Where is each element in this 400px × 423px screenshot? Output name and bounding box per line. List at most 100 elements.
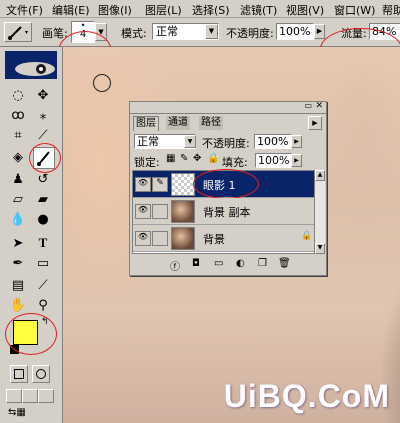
menu-image[interactable]: 图像(I) [98, 2, 132, 18]
layer-name[interactable]: 眼影 1 [203, 177, 236, 193]
zoom-tool[interactable]: ⚲ [33, 295, 53, 315]
menu-edit[interactable]: 编辑(E) [52, 2, 90, 18]
marquee-icon: ◌ [12, 87, 24, 103]
layer-row[interactable]: 👁 背景 🔒 [133, 225, 315, 252]
lock-all-icon[interactable]: 🔒 [207, 153, 219, 164]
link-slot[interactable] [152, 231, 168, 246]
tab-paths-label: 路径 [201, 117, 221, 128]
fill-slider[interactable]: ▶ [291, 154, 302, 167]
menu-filter[interactable]: 滤镜(T) [240, 2, 277, 18]
tool-preset-picker[interactable] [4, 22, 32, 42]
layer-opacity-slider[interactable]: ▶ [291, 135, 302, 148]
brush-link-icon[interactable]: ✎ [152, 177, 168, 192]
swap-colors-icon[interactable]: ↰ [41, 317, 49, 327]
panel-menu-button[interactable]: ▶ [308, 116, 322, 130]
path-selection-tool[interactable]: ➤ [8, 233, 28, 253]
layer-name[interactable]: 背景 [203, 231, 225, 247]
shape-tool[interactable]: ▭ [33, 253, 53, 273]
opacity-input[interactable]: 100% [276, 23, 314, 40]
arrow-icon: ➤ [12, 235, 24, 251]
history-brush-tool[interactable]: ↺ [33, 169, 53, 189]
menu-select[interactable]: 选择(S) [192, 2, 230, 18]
layers-panel: ▭ ✕ 图层 通道 路径 ▶ 正常 ▼ 不透明度: 100% ▶ 锁定: ▦ ✎… [129, 101, 327, 276]
tab-channels-label: 通道 [168, 117, 188, 128]
mode-dropdown-button[interactable]: ▼ [205, 24, 218, 39]
brush-size-dropdown[interactable]: ▼ [95, 23, 107, 41]
adjustment-layer-icon[interactable]: ◐ [236, 258, 245, 269]
visibility-eye-icon[interactable]: 👁 [135, 231, 151, 246]
lock-transparency-icon[interactable]: ▦ [166, 153, 175, 164]
bandage-icon: ◈ [13, 149, 23, 165]
layer-list-scrollbar[interactable]: ▲ ▼ [314, 170, 325, 254]
triangle-right-icon: ▶ [294, 138, 299, 145]
screen-mode-standard[interactable] [6, 389, 22, 403]
opacity-label: 不透明度: [226, 27, 274, 40]
screen-mode-full[interactable] [38, 389, 54, 403]
layer-row[interactable]: 👁 ✎ 眼影 1 [133, 169, 315, 199]
menu-layer[interactable]: 图层(L) [145, 2, 182, 18]
layer-thumbnail [171, 200, 195, 223]
screen-mode-menu[interactable] [22, 389, 38, 403]
blur-tool[interactable]: 💧 [8, 209, 28, 229]
quick-mask-button[interactable] [32, 365, 50, 383]
brush-icon [8, 26, 28, 40]
hand-tool[interactable]: ✋ [8, 295, 28, 315]
layer-opacity-input[interactable]: 100% [254, 134, 292, 149]
default-colors-icon[interactable] [10, 345, 19, 354]
minimize-icon[interactable]: ▭ [304, 101, 312, 110]
new-set-icon[interactable]: ▭ [214, 258, 223, 269]
layer-name[interactable]: 背景 副本 [203, 204, 251, 220]
tab-channels[interactable]: 通道 [166, 116, 190, 130]
scroll-up-icon[interactable]: ▲ [315, 170, 325, 181]
lasso-tool[interactable]: ꝏ [8, 105, 28, 125]
eye-logo-icon [5, 51, 57, 76]
layer-style-icon[interactable]: ⓕ [170, 258, 180, 273]
menu-help[interactable]: 帮助 [382, 2, 400, 18]
magic-wand-tool[interactable]: ⁎ [33, 105, 53, 125]
delete-layer-icon[interactable]: 🗑 [278, 258, 291, 269]
fill-input[interactable]: 100% [255, 153, 292, 168]
lock-pixels-icon[interactable]: ✎ [180, 153, 188, 164]
brush-size-picker[interactable]: • 4 [71, 21, 95, 43]
foreground-color-swatch[interactable] [13, 320, 38, 345]
triangle-right-icon: ▶ [316, 27, 323, 35]
menu-window[interactable]: 窗口(W) [334, 2, 375, 18]
add-mask-icon[interactable]: ◘ [192, 258, 200, 269]
lock-position-icon[interactable]: ✥ [193, 153, 201, 164]
visibility-eye-icon[interactable]: 👁 [135, 177, 151, 192]
menu-file[interactable]: 文件(F) [6, 2, 43, 18]
jump-to-imageready-icon[interactable]: ⇆▦ [8, 407, 52, 421]
slice-icon: ⟋ [38, 127, 48, 143]
layer-opacity-label: 不透明度: [202, 137, 250, 150]
standard-mode-button[interactable] [10, 365, 28, 383]
healing-brush-tool[interactable]: ◈ [8, 147, 28, 167]
notes-tool[interactable]: ▤ [8, 275, 28, 295]
type-tool[interactable]: T [33, 233, 53, 253]
flow-input[interactable]: 84% [369, 23, 400, 40]
close-icon[interactable]: ✕ [315, 101, 323, 111]
crop-tool[interactable]: ⌗ [8, 125, 28, 145]
visibility-eye-icon[interactable]: 👁 [135, 204, 151, 219]
link-slot[interactable] [152, 204, 168, 219]
clone-stamp-tool[interactable]: ♟ [8, 169, 28, 189]
eraser-tool[interactable]: ▱ [8, 189, 28, 209]
panel-titlebar: ▭ ✕ [130, 101, 326, 114]
eyedropper-tool[interactable]: ⟋ [33, 275, 53, 295]
move-tool[interactable]: ✥ [33, 85, 53, 105]
scroll-down-icon[interactable]: ▼ [315, 243, 325, 254]
new-layer-icon[interactable]: ❐ [258, 258, 267, 269]
blend-mode-dropdown[interactable]: ▼ [184, 135, 196, 148]
magnifier-icon: ⚲ [38, 297, 48, 313]
opacity-slider-button[interactable]: ▶ [314, 24, 325, 39]
marquee-tool[interactable]: ◌ [8, 85, 28, 105]
dodge-tool[interactable]: ● [33, 209, 53, 229]
eyedropper-icon: ⟋ [38, 277, 48, 293]
pen-tool[interactable]: ✒ [8, 253, 28, 273]
tab-layers[interactable]: 图层 [133, 116, 159, 131]
slice-tool[interactable]: ⟋ [33, 125, 53, 145]
brush-tool[interactable] [33, 147, 55, 169]
gradient-tool[interactable]: ▰ [33, 189, 53, 209]
tab-paths[interactable]: 路径 [199, 116, 223, 130]
layer-row[interactable]: 👁 背景 副本 [133, 198, 315, 225]
menu-view[interactable]: 视图(V) [286, 2, 324, 18]
